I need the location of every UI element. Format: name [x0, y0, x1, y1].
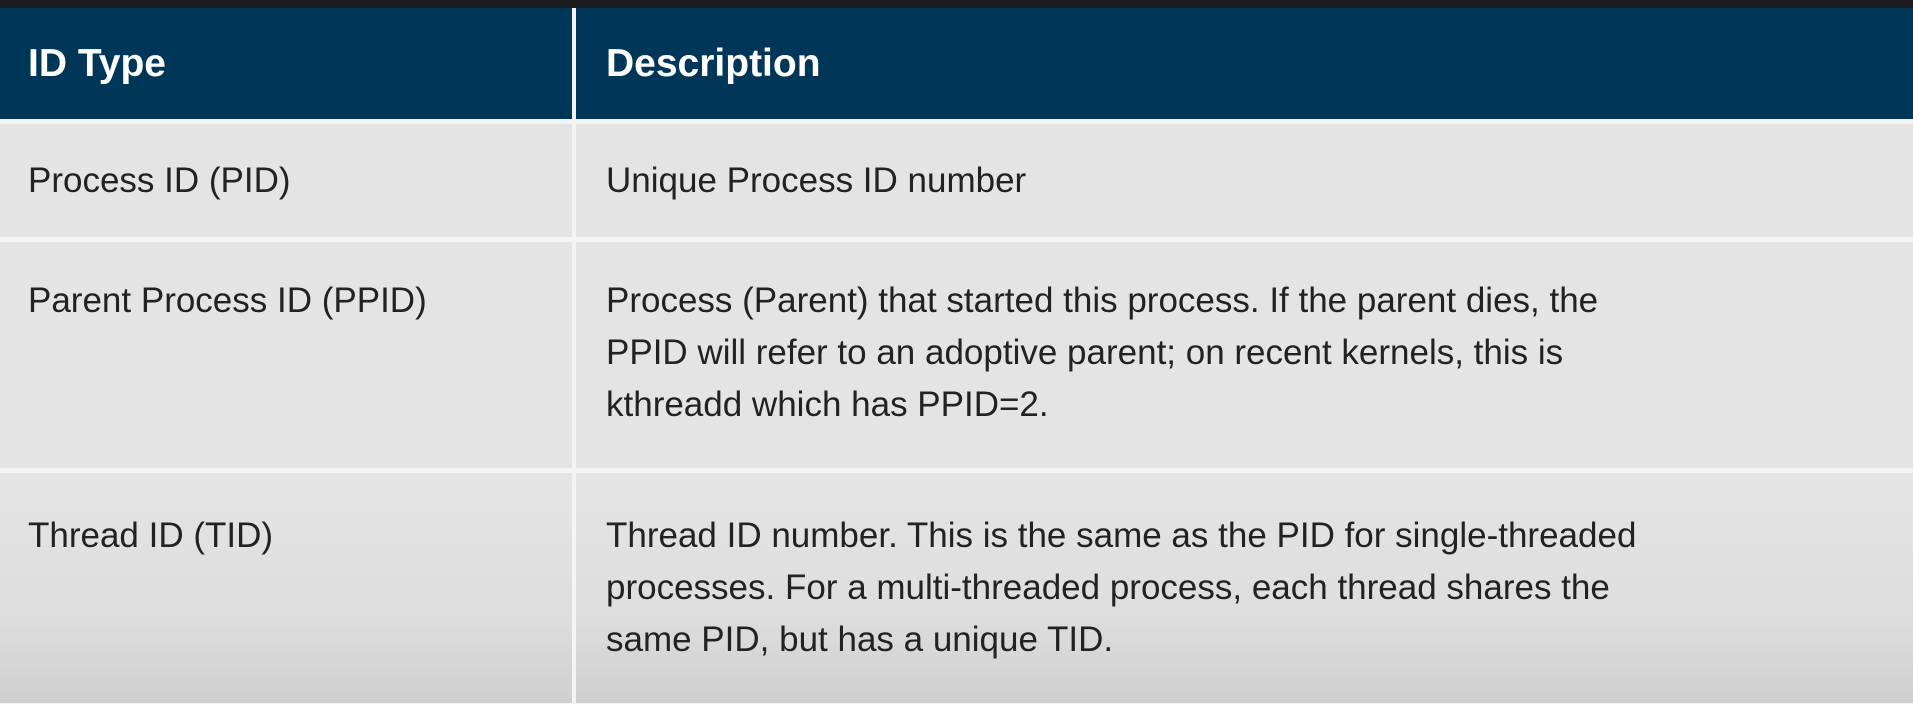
- cell-id-type: Process ID (PID): [0, 119, 572, 237]
- cell-description: Unique Process ID number: [572, 119, 1913, 237]
- cell-id-type: Thread ID (TID): [0, 468, 572, 703]
- table-header-row: ID Type Description: [0, 8, 1913, 119]
- table-row: Parent Process ID (PPID) Process (Parent…: [0, 237, 1913, 468]
- cell-description: Thread ID number. This is the same as th…: [572, 468, 1913, 703]
- id-type-table-container: ID Type Description Process ID (PID) Uni…: [0, 8, 1913, 704]
- header-description: Description: [572, 8, 1913, 119]
- header-id-type: ID Type: [0, 8, 572, 119]
- top-border: [0, 0, 1913, 8]
- cell-description: Process (Parent) that started this proce…: [572, 237, 1913, 468]
- table-row: Thread ID (TID) Thread ID number. This i…: [0, 468, 1913, 703]
- cell-id-type: Parent Process ID (PPID): [0, 237, 572, 468]
- id-type-table: ID Type Description Process ID (PID) Uni…: [0, 8, 1913, 703]
- table-row: Process ID (PID) Unique Process ID numbe…: [0, 119, 1913, 237]
